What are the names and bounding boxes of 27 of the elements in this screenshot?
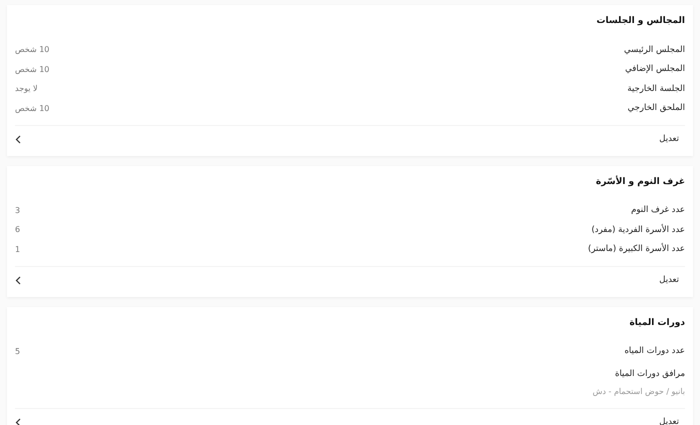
chevron-icon <box>15 134 21 144</box>
row-label: الملحق الخارجي <box>628 102 685 116</box>
row-value: لا يوجد <box>15 83 38 96</box>
row-value: 10 شخص <box>15 64 50 76</box>
row-label: المجلس الإضافي <box>625 63 685 76</box>
row-value: 10 شخص <box>15 44 50 56</box>
row-label: عدد دورات المياه <box>624 345 685 358</box>
edit-button[interactable]: تعديل <box>15 124 685 152</box>
section-title: دورات المياة <box>628 316 685 330</box>
row-value: 10 شخص <box>15 102 50 115</box>
row-label: عدد الأسرة الكبيرة (ماستر) <box>588 243 685 256</box>
chevron-icon <box>15 418 21 425</box>
section-title: غرف النوم و الأسّرة <box>594 174 685 188</box>
row-value: بانيو / حوض استحمام - دش <box>592 386 685 398</box>
row-value: 6 <box>15 224 20 236</box>
row-label: عدد غرف النوم <box>631 204 685 218</box>
chevron-icon <box>15 276 21 284</box>
row-label: عدد الأسرة الفردية (مفرد) <box>591 224 685 237</box>
row-value: 3 <box>15 204 20 217</box>
row-value: 1 <box>15 244 20 256</box>
row-value: 5 <box>15 346 20 358</box>
section-title: المجالس و الجلسات <box>595 15 685 28</box>
edit-button[interactable]: تعديل <box>15 408 685 425</box>
row-label: مرافق دورات المياة <box>615 368 685 380</box>
edit-button[interactable]: تعديل <box>15 266 685 294</box>
row-label: المجلس الرئيسي <box>624 44 685 57</box>
row-label: الجلسة الخارجية <box>627 82 685 96</box>
